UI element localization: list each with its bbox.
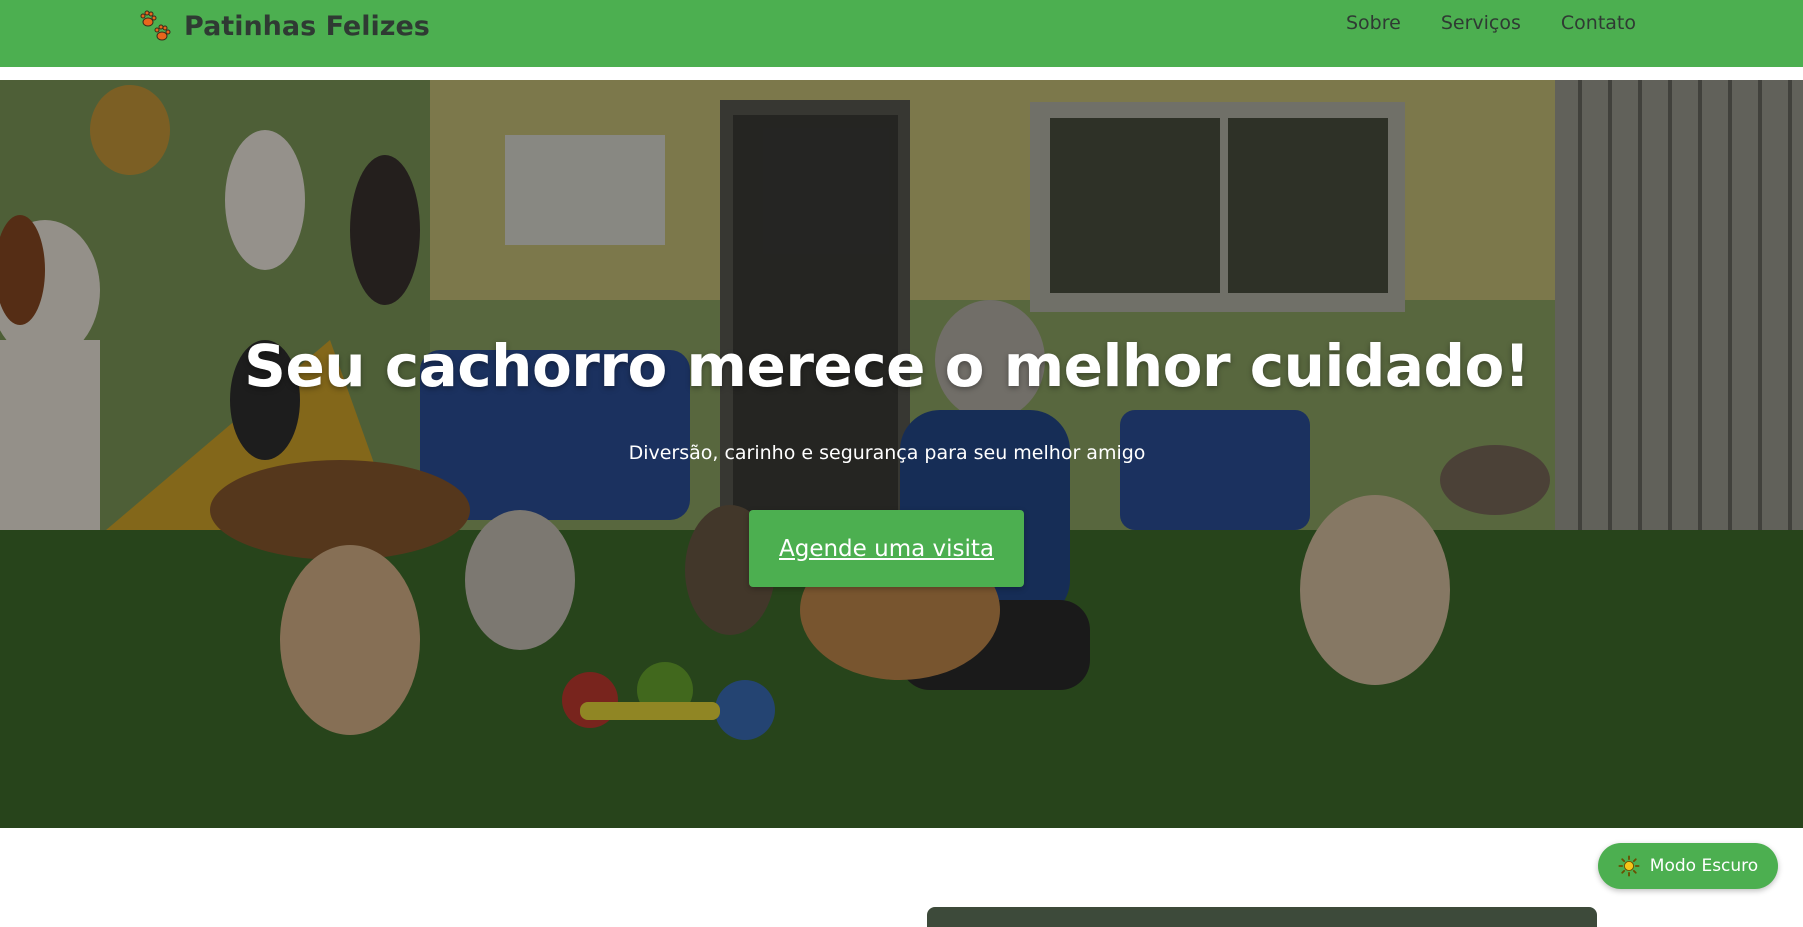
next-section-image — [927, 907, 1597, 927]
sun-icon — [1618, 855, 1640, 877]
paw-prints-icon — [140, 10, 171, 41]
brand-name: Patinhas Felizes — [184, 10, 430, 42]
site-header: Patinhas Felizes Sobre Serviços Contato — [0, 0, 1803, 67]
dark-mode-label: Modo Escuro — [1649, 856, 1759, 876]
nav-link-contato[interactable]: Contato — [1561, 12, 1636, 34]
dark-mode-toggle[interactable]: Modo Escuro — [1598, 843, 1778, 889]
nav-link-servicos[interactable]: Serviços — [1441, 12, 1521, 34]
hero-title: Seu cachorro merece o melhor cuidado! — [244, 332, 1530, 400]
hero-section: Seu cachorro merece o melhor cuidado! Di… — [0, 80, 1803, 828]
brand[interactable]: Patinhas Felizes — [138, 6, 430, 46]
nav-link-sobre[interactable]: Sobre — [1346, 12, 1401, 34]
main-nav: Sobre Serviços Contato — [1346, 12, 1636, 34]
schedule-visit-button[interactable]: Agende uma visita — [749, 510, 1024, 587]
hero-subtitle: Diversão, carinho e segurança para seu m… — [628, 442, 1146, 464]
